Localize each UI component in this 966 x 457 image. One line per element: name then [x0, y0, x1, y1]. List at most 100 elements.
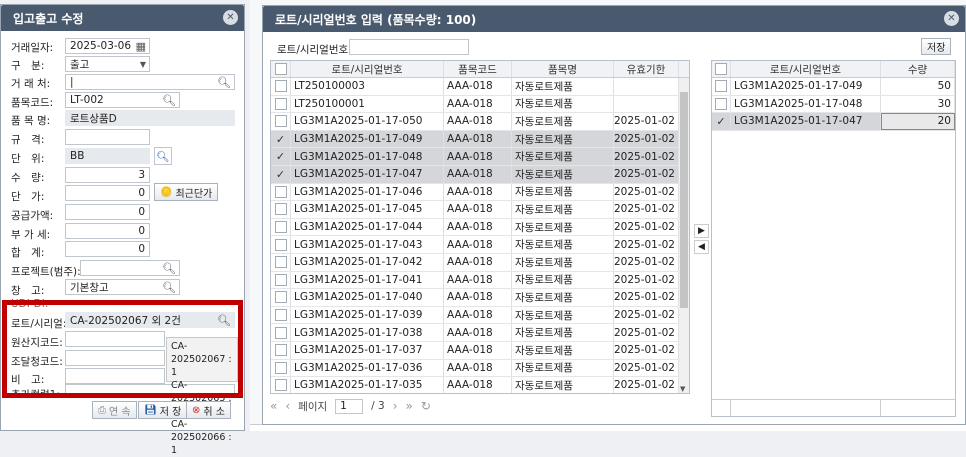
- row-checkbox[interactable]: [271, 95, 291, 113]
- warehouse-input[interactable]: 기본창고 🔍︎: [65, 279, 180, 295]
- table-row[interactable]: LG3M1A2025-01-17-044 AAA-018 자동로트제품 2025-01…: [271, 218, 689, 237]
- header-checkbox[interactable]: [712, 61, 731, 77]
- save-button[interactable]: 💾︎ 저 장: [138, 401, 188, 419]
- row-checkbox[interactable]: [271, 183, 291, 201]
- page-input[interactable]: 1: [335, 398, 364, 414]
- table-row[interactable]: LG3M1A2025-01-17-048 30: [712, 95, 955, 114]
- table-row[interactable]: LG3M1A2025-01-17-045 AAA-018 자동로트제품 2025-01…: [271, 201, 689, 219]
- table-row[interactable]: LG3M1A2025-01-17-041 AAA-018 자동로트제품 2025-01…: [271, 271, 689, 290]
- row-checkbox[interactable]: [271, 289, 291, 306]
- spec-input[interactable]: [65, 129, 150, 145]
- cell-expiry: 2025-01-02: [614, 236, 679, 253]
- cancel-button[interactable]: ⊗ 취 소: [186, 401, 231, 419]
- move-right-button[interactable]: ▶: [694, 224, 709, 238]
- search-icon[interactable]: 🔍︎: [217, 76, 231, 89]
- table-row[interactable]: LG3M1A2025-01-17-043 AAA-018 자동로트제품 2025-01…: [271, 236, 689, 254]
- row-checkbox[interactable]: [271, 78, 291, 95]
- table-row[interactable]: LG3M1A2025-01-17-035 AAA-018 자동로트제품 2025-01…: [271, 377, 689, 393]
- cell-name: 자동로트제품: [512, 183, 614, 201]
- row-checkbox[interactable]: [712, 95, 731, 113]
- row-checkbox[interactable]: [271, 113, 291, 130]
- table-row[interactable]: ✓ LG3M1A2025-01-17-047 AAA-018 자동로트제품 2025-0…: [271, 166, 689, 184]
- chevron-down-icon[interactable]: ▼: [140, 60, 146, 69]
- scroll-down-icon[interactable]: ▼: [680, 385, 685, 393]
- recent-price-button[interactable]: 🪙 최근단가: [154, 183, 219, 201]
- scrollbar-thumb[interactable]: [680, 92, 688, 308]
- cell-lot: LG3M1A2025-01-17-035: [291, 377, 444, 393]
- search-icon[interactable]: 🔍︎: [162, 262, 176, 275]
- type-select[interactable]: 출고 ▼: [65, 56, 150, 72]
- table-row[interactable]: LG3M1A2025-01-17-039 AAA-018 자동로트제품 2025-01…: [271, 306, 689, 325]
- search-icon[interactable]: 🔍︎: [162, 281, 176, 294]
- cell-expiry: 2025-01-02: [614, 254, 679, 271]
- table-row[interactable]: LG3M1A2025-01-17-050 AAA-018 자동로트제품 2025-01…: [271, 113, 689, 131]
- price-input[interactable]: 0: [65, 185, 150, 201]
- client-input[interactable]: | 🔍︎: [65, 74, 235, 90]
- cell-lot: LG3M1A2025-01-17-043: [291, 236, 444, 253]
- unit-search-icon[interactable]: 🔍︎: [154, 147, 172, 165]
- table-row[interactable]: LG3M1A2025-01-17-037 AAA-018 자동로트제품 2025-01…: [271, 342, 689, 360]
- close-icon[interactable]: ✕: [223, 10, 238, 25]
- pagination: « ‹ 페이지 1 / 3 › » ↻: [270, 395, 690, 417]
- cell-name: 자동로트제품: [512, 113, 614, 130]
- first-page-icon[interactable]: «: [270, 399, 277, 413]
- table-row[interactable]: LG3M1A2025-01-17-049 50: [712, 78, 955, 96]
- row-checkbox[interactable]: [271, 359, 291, 377]
- table-row[interactable]: LG3M1A2025-01-17-046 AAA-018 자동로트제품 2025-01…: [271, 183, 689, 202]
- project-input[interactable]: 🔍︎: [80, 260, 180, 276]
- cell-code: AAA-018: [444, 95, 512, 113]
- table-row[interactable]: LG3M1A2025-01-17-040 AAA-018 자동로트제품 2025-01…: [271, 289, 689, 307]
- row-checkbox[interactable]: [271, 201, 291, 218]
- cell-qty[interactable]: 50: [881, 78, 955, 95]
- row-checkbox[interactable]: [271, 236, 291, 253]
- total-input[interactable]: 0: [65, 241, 150, 257]
- vat-input[interactable]: 0: [65, 223, 150, 239]
- scrollbar[interactable]: ▼: [679, 78, 689, 393]
- row-checkbox[interactable]: [271, 377, 291, 393]
- search-icon[interactable]: 🔍︎: [162, 94, 176, 107]
- supply-input[interactable]: 0: [65, 204, 150, 220]
- cell-lot: LG3M1A2025-01-17-037: [291, 342, 444, 359]
- table-row[interactable]: LG3M1A2025-01-17-038 AAA-018 자동로트제품 2025-01…: [271, 324, 689, 342]
- row-checkbox[interactable]: [271, 218, 291, 236]
- next-page-icon[interactable]: ›: [393, 399, 398, 413]
- cell-expiry: 2025-01-02: [614, 377, 679, 393]
- cell-lot: LG3M1A2025-01-17-039: [291, 306, 444, 324]
- lot-search-input[interactable]: [349, 39, 469, 55]
- row-checkbox[interactable]: [271, 306, 291, 324]
- item-code-input[interactable]: LT-002 🔍︎: [65, 92, 180, 108]
- table-row[interactable]: LT250100003 AAA-018 자동로트제품: [271, 78, 689, 96]
- row-checkbox[interactable]: [271, 254, 291, 271]
- row-checkbox[interactable]: [271, 324, 291, 341]
- row-checkbox[interactable]: [271, 342, 291, 359]
- prev-page-icon[interactable]: ‹: [285, 399, 290, 413]
- table-row[interactable]: LG3M1A2025-01-17-042 AAA-018 자동로트제품 2025-01…: [271, 254, 689, 272]
- cell-qty[interactable]: 20: [881, 113, 955, 130]
- close-icon[interactable]: ✕: [944, 11, 959, 26]
- cell-qty[interactable]: 30: [881, 95, 955, 113]
- continuous-button[interactable]: ⎙ 연 속: [92, 401, 137, 419]
- table-row[interactable]: LT250100001 AAA-018 자동로트제품: [271, 95, 689, 114]
- table-row[interactable]: ✓ LG3M1A2025-01-17-047 20: [712, 113, 955, 131]
- cell-expiry: 2025-01-02: [614, 306, 679, 324]
- row-checkbox[interactable]: [712, 78, 731, 95]
- last-page-icon[interactable]: »: [406, 399, 413, 413]
- refresh-icon[interactable]: ↻: [421, 399, 431, 413]
- calendar-icon[interactable]: ▦: [136, 40, 146, 53]
- header-checkbox[interactable]: [271, 61, 291, 77]
- cell-name: 자동로트제품: [512, 236, 614, 253]
- row-checkbox[interactable]: ✓: [271, 130, 291, 148]
- lot-save-button[interactable]: 저장: [921, 38, 952, 55]
- date-field[interactable]: 2025-03-06 ▦: [65, 38, 150, 54]
- table-row[interactable]: ✓ LG3M1A2025-01-17-048 AAA-018 자동로트제품 2025-0…: [271, 148, 689, 166]
- qty-input[interactable]: 3: [65, 167, 150, 183]
- row-checkbox[interactable]: ✓: [271, 166, 291, 183]
- row-checkbox[interactable]: [271, 271, 291, 289]
- move-left-button[interactable]: ◀: [694, 240, 709, 254]
- row-checkbox[interactable]: ✓: [712, 113, 731, 130]
- row-checkbox[interactable]: ✓: [271, 148, 291, 165]
- spec-label: 규 격:: [11, 134, 45, 146]
- table-row[interactable]: LG3M1A2025-01-17-036 AAA-018 자동로트제품 2025-01…: [271, 359, 689, 378]
- cell-code: AAA-018: [444, 289, 512, 306]
- table-row[interactable]: ✓ LG3M1A2025-01-17-049 AAA-018 자동로트제품 2025-0…: [271, 130, 689, 149]
